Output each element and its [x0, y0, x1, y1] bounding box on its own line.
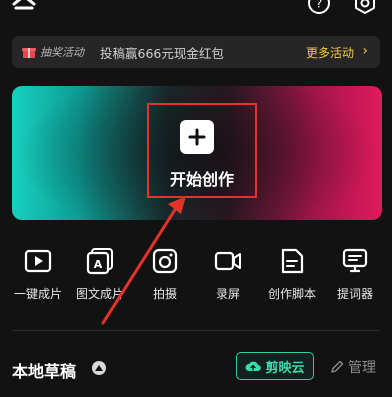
screen-record-icon [214, 251, 241, 271]
cloud-button-label: 剪映云 [265, 360, 305, 376]
script-icon [281, 248, 304, 274]
edit-icon [331, 360, 344, 373]
settings-icon[interactable] [352, 0, 378, 16]
tool-bar: 一键成片 A 图文成片 拍摄 录屏 创作脚本 提词器 [0, 246, 392, 302]
cloud-storage-button[interactable]: 剪映云 [236, 352, 314, 380]
text-to-video-icon: A [86, 248, 113, 275]
tool-text-to-video[interactable]: A 图文成片 [70, 246, 130, 302]
annotation-highlight-box [147, 103, 257, 198]
caret-up-icon[interactable] [92, 361, 106, 375]
tool-creation-script[interactable]: 创作脚本 [262, 246, 322, 302]
tool-shoot[interactable]: 拍摄 [135, 246, 195, 302]
chevron-right-icon: › [362, 43, 368, 59]
cloud-icon [245, 361, 262, 372]
local-drafts-title: 本地草稿 [12, 362, 77, 381]
camera-icon [152, 248, 178, 274]
manage-label: 管理 [348, 360, 376, 376]
promo-tag: 抽奖活动 [40, 46, 84, 59]
svg-text:A: A [94, 258, 103, 271]
gift-icon [22, 48, 36, 58]
manage-button[interactable]: 管理 [330, 357, 376, 377]
tool-label: 提词器 [336, 287, 373, 301]
section-divider [12, 330, 380, 331]
teleprompter-icon [342, 248, 368, 273]
tool-teleprompter[interactable]: 提词器 [325, 246, 385, 302]
play-icon [24, 249, 52, 273]
svg-text:?: ? [316, 0, 322, 11]
promo-text: 投稿赢666元现金红包 [100, 45, 224, 61]
tool-screen-record[interactable]: 录屏 [198, 246, 258, 302]
collapse-icon[interactable] [10, 0, 38, 12]
tool-one-click-video[interactable]: 一键成片 [8, 246, 68, 302]
top-bar: ? [0, 0, 392, 26]
promo-banner[interactable]: 抽奖活动 投稿赢666元现金红包 更多活动 › [12, 36, 380, 68]
help-icon[interactable]: ? [306, 0, 332, 16]
more-activities-link[interactable]: 更多活动 [306, 44, 354, 61]
